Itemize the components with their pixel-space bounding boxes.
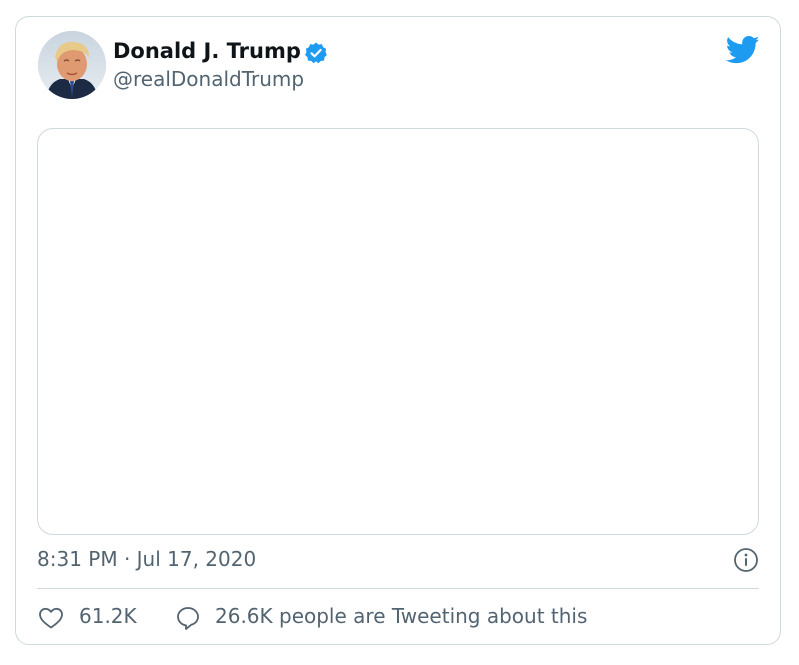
tweeting-count[interactable]: 26.6K people are Tweeting about this (215, 604, 587, 628)
author-name[interactable]: Donald J. Trump (113, 39, 301, 63)
info-icon[interactable] (733, 547, 759, 573)
tweet-timestamp[interactable]: 8:31 PM · Jul 17, 2020 (37, 547, 256, 571)
likes-count[interactable]: 61.2K (79, 604, 137, 628)
avatar[interactable] (38, 31, 106, 99)
verified-badge-icon (305, 42, 327, 64)
media-frame[interactable] (37, 128, 759, 535)
divider (37, 588, 759, 589)
avatar-photo (38, 31, 106, 99)
tweet-card[interactable]: Donald J. Trump @realDonaldTrump 8:31 PM… (15, 16, 781, 645)
twitter-bird-icon[interactable] (726, 35, 760, 65)
author-handle[interactable]: @realDonaldTrump (113, 67, 304, 91)
heart-icon[interactable] (38, 606, 64, 630)
reply-bubble-icon[interactable] (175, 605, 201, 631)
